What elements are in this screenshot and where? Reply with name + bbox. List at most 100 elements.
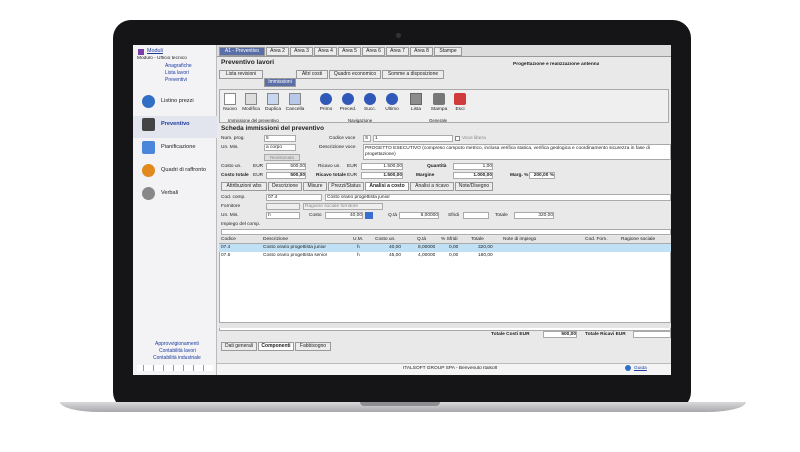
analysis-un-mis-label: Un. Mis. [221, 213, 239, 218]
tab-area-7[interactable]: Area 7 [386, 47, 409, 56]
sidebar-link-anagrafiche[interactable]: Anagrafiche [165, 63, 192, 69]
lista-button[interactable]: Lista [406, 93, 426, 117]
calendar-icon [142, 141, 155, 154]
tab-dati-generali[interactable]: Dati generali [221, 342, 257, 351]
tab-analisi-a-costo[interactable]: Analisi a costo [365, 182, 409, 191]
sidebar-link-preventivi[interactable]: Preventivi [165, 77, 187, 83]
analysis-un-mis-select[interactable]: h [266, 212, 300, 219]
tab-somme-a-disposizione[interactable]: Somme a disposizione [382, 70, 444, 79]
sidebar-link-lista-lavori[interactable]: Lista lavori [165, 70, 189, 76]
euro-icon [142, 95, 155, 108]
tab-componenti[interactable]: Componenti [258, 342, 294, 351]
tab-area-2[interactable]: Area 2 [266, 47, 289, 56]
succ-button[interactable]: Succ. [360, 93, 380, 117]
analysis-sfridi-field[interactable] [463, 212, 489, 219]
sidebar-item-listino-prezzi[interactable]: Listino prezzi [133, 93, 217, 115]
tab-descrizione[interactable]: Descrizione [268, 182, 302, 191]
ricavo-un-field[interactable]: 1.500,00 [361, 163, 403, 170]
tab-area-8[interactable]: Area 8 [410, 47, 433, 56]
ultimo-button[interactable]: Ultimo [382, 93, 402, 117]
fornitore-field[interactable] [266, 203, 300, 210]
cod-comp-label: Cod. comp. [221, 195, 246, 200]
group-label-generale: Generale [429, 118, 448, 123]
analysis-totale-label: Totale [495, 213, 508, 218]
sidebar-item-pianificazione[interactable]: Pianificazione [133, 139, 217, 161]
tab-analisi-a-ricavo[interactable]: Analisi a ricavo [410, 182, 454, 191]
costo-totale-field: 500,00 [266, 172, 306, 179]
esci-button[interactable]: Esci [450, 93, 470, 117]
num-prog-label: Num. prog. [221, 136, 245, 141]
totale-costi-field: 500,00 [543, 331, 577, 338]
tab-stampe[interactable]: Stampe [434, 47, 462, 56]
calculator-button-icon[interactable] [365, 212, 373, 219]
tab-altri-costi[interactable]: Altri costi [296, 70, 328, 79]
eur-label-1: EUR [253, 164, 264, 169]
nuovo-button[interactable]: Nuovo [220, 93, 240, 117]
sidebar-item-quadri-di-raffronto[interactable]: Quadri di raffronto [133, 162, 217, 184]
previous-icon [342, 93, 354, 105]
sidebar-item-verbali[interactable]: Verbali [133, 185, 217, 207]
voce-libera-checkbox[interactable] [455, 136, 460, 141]
tab-note-disegno[interactable]: Note/Disegno [455, 182, 493, 191]
codice-voce-field-b[interactable]: 1 [373, 135, 453, 142]
sidebar-item-preventivo[interactable]: Preventivo [133, 116, 217, 138]
tab-immissioni[interactable]: Immissioni [264, 78, 296, 87]
duplica-button[interactable]: Duplica [263, 93, 283, 117]
tab-area-3[interactable]: Area 3 [290, 47, 313, 56]
edit-icon [245, 93, 257, 105]
sidebar-link-contabilita-lavori[interactable]: Contabilità lavori [159, 348, 196, 354]
sidebar-mini-buttons[interactable] [137, 365, 213, 371]
printer-icon [433, 93, 445, 105]
tab-lista-revisioni[interactable]: Lista revisioni [219, 70, 263, 79]
descrizione-voce-field[interactable]: PROGETTO ESECUTIVO (compreso computo met… [363, 144, 671, 160]
cancella-button[interactable]: Cancella [285, 93, 305, 117]
primo-button[interactable]: Primo [316, 93, 336, 117]
table-row[interactable]: 07.4 Costo orario progettista junior h 4… [219, 244, 671, 252]
tab-attribuzioni-wbs[interactable]: Attribuzioni wbs [221, 182, 267, 191]
sidebar-link-approvvigionamenti[interactable]: Approvvigionamenti [155, 341, 199, 347]
eur-label-3: EUR [253, 173, 264, 178]
costo-un-field[interactable]: 500,00 [266, 163, 306, 170]
sidebar: Moduli Modulo - Ufficio tecnico Anagrafi… [133, 45, 217, 375]
margine-field: 1.000,00 [453, 172, 493, 179]
top-tabbar: A1 - Preventivo Area 2 Area 3 Area 4 Are… [217, 45, 671, 57]
last-icon [386, 93, 398, 105]
analysis-costo-label: Costo [309, 213, 322, 218]
tab-misure[interactable]: Misure [303, 182, 327, 191]
un-mis-label: Un. Mis. [221, 145, 239, 150]
analysis-totale-field: 320,00 [514, 212, 554, 219]
ricavo-totale-label: Ricavo totale [316, 173, 346, 178]
module-title[interactable]: Moduli [147, 48, 163, 54]
analysis-sfridi-label: Sfridi [448, 213, 459, 218]
table-row[interactable]: 07.5 Costo orario progettista senior h 4… [219, 252, 671, 260]
preced-button[interactable]: Preced. [338, 93, 358, 117]
codice-voce-label: Codice voce [329, 136, 356, 141]
tab-area-5[interactable]: Area 5 [338, 47, 361, 56]
page-title: Preventivo lavori [221, 59, 275, 66]
codice-voce-field-a[interactable]: S [363, 135, 371, 142]
tab-fabbisogno[interactable]: Fabbisogno [295, 342, 331, 351]
tab-area-6[interactable]: Area 6 [362, 47, 385, 56]
sidebar-link-contabilita-industriale[interactable]: Contabilità industriale [153, 355, 201, 361]
table-scrollbar[interactable] [219, 322, 671, 328]
analysis-qta-field[interactable]: 8,00000 [399, 212, 439, 219]
un-mis-select[interactable]: a corpo [264, 144, 296, 151]
impiego-field[interactable] [221, 229, 671, 235]
tab-area-4[interactable]: Area 4 [314, 47, 337, 56]
modifica-button[interactable]: Modifica [241, 93, 261, 117]
revisionata-button[interactable]: Revisionata [264, 154, 300, 161]
duplicate-icon [267, 93, 279, 105]
quantita-field[interactable]: 1,00 [453, 163, 493, 170]
guida-link[interactable]: Guida [634, 366, 647, 371]
totale-ricavi-field [633, 331, 671, 338]
cod-comp-field[interactable]: 07.4 [266, 194, 322, 201]
tab-quadro-economico[interactable]: Quadro economico [329, 70, 381, 79]
new-document-icon [224, 93, 236, 105]
tab-a1-preventivo[interactable]: A1 - Preventivo [219, 47, 265, 56]
delete-icon [289, 93, 301, 105]
tab-prezzi-status[interactable]: Prezzi/Status [328, 182, 364, 191]
num-prog-field[interactable]: 5 [264, 135, 296, 142]
ricavo-un-label: Ricavo un. [318, 164, 341, 169]
analysis-costo-field[interactable]: 40,00 [325, 212, 363, 219]
stampa-button[interactable]: Stampa [429, 93, 449, 117]
